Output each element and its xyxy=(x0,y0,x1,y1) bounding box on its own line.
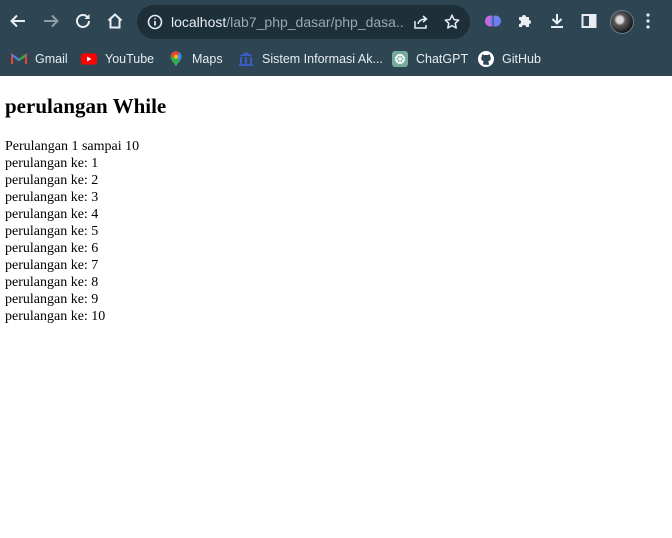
forward-button[interactable] xyxy=(38,8,64,34)
reload-icon xyxy=(76,14,90,28)
downloads-button[interactable] xyxy=(544,8,570,34)
loop-line: perulangan ke: 1 xyxy=(5,156,99,171)
bookmark-youtube[interactable]: YouTube xyxy=(81,48,154,70)
share-icon[interactable] xyxy=(412,13,430,31)
reload-button[interactable] xyxy=(70,8,96,34)
loop-line: perulangan ke: 4 xyxy=(5,207,99,222)
side-panel-button[interactable] xyxy=(576,8,602,34)
bookmark-sistem-informasi[interactable]: Sistem Informasi Ak... xyxy=(238,48,383,70)
url-host: localhost xyxy=(171,14,227,30)
bookmark-chatgpt[interactable]: ChatGPT xyxy=(392,48,468,70)
loop-line: perulangan ke: 6 xyxy=(5,241,99,256)
url-path: /lab7_php_dasar/php_dasa... xyxy=(226,14,403,30)
bookmark-github[interactable]: GitHub xyxy=(478,48,541,70)
chatgpt-icon xyxy=(392,51,408,67)
page-body: perulangan While Perulangan 1 sampai 10 … xyxy=(0,93,672,325)
loop-line: perulangan ke: 3 xyxy=(5,190,99,205)
puzzle-icon xyxy=(519,15,531,27)
brain-extension-icon xyxy=(485,15,501,27)
more-menu-icon[interactable] xyxy=(645,12,651,30)
side-panel-icon xyxy=(581,14,597,28)
bookmarks-bar: Gmail YouTube Maps Sistem Informasi Ak..… xyxy=(0,42,672,76)
back-button[interactable] xyxy=(5,8,31,34)
loop-line: perulangan ke: 7 xyxy=(5,258,99,273)
bookmark-label: Gmail xyxy=(35,52,68,66)
site-info-icon[interactable] xyxy=(146,13,164,31)
maps-icon xyxy=(168,51,184,67)
bookmark-label: GitHub xyxy=(502,52,541,66)
home-icon xyxy=(107,13,123,29)
bookmark-maps[interactable]: Maps xyxy=(168,48,223,70)
university-icon xyxy=(238,51,254,67)
profile-avatar[interactable] xyxy=(610,10,634,34)
github-icon xyxy=(478,51,494,67)
extension-brain-button[interactable] xyxy=(480,8,506,34)
bookmark-gmail[interactable]: Gmail xyxy=(11,48,68,70)
bookmark-star-icon[interactable] xyxy=(443,13,461,31)
loop-line: perulangan ke: 8 xyxy=(5,275,99,290)
browser-toolbar: localhost/lab7_php_dasar/php_dasa... xyxy=(0,0,672,42)
arrow-left-icon xyxy=(10,14,25,28)
extensions-button[interactable] xyxy=(512,8,538,34)
bookmark-label: ChatGPT xyxy=(416,52,469,66)
gmail-icon xyxy=(11,51,27,67)
home-button[interactable] xyxy=(102,8,128,34)
address-bar[interactable]: localhost/lab7_php_dasar/php_dasa... xyxy=(137,5,470,39)
bookmark-label: YouTube xyxy=(105,52,155,66)
bookmark-label: Maps xyxy=(192,52,223,66)
loop-output: Perulangan 1 sampai 10 perulangan ke: 1 … xyxy=(5,138,667,325)
loop-line: perulangan ke: 5 xyxy=(5,224,99,239)
loop-line: perulangan ke: 2 xyxy=(5,173,99,188)
download-icon xyxy=(551,14,563,28)
arrow-right-icon xyxy=(44,14,59,28)
url-text[interactable]: localhost/lab7_php_dasar/php_dasa... xyxy=(171,13,403,31)
loop-line: perulangan ke: 10 xyxy=(5,309,106,324)
bookmark-label: Sistem Informasi Ak... xyxy=(262,52,383,66)
loop-line: perulangan ke: 9 xyxy=(5,292,99,307)
loop-intro: Perulangan 1 sampai 10 xyxy=(5,139,140,154)
page-heading: perulangan While xyxy=(5,94,167,118)
youtube-icon xyxy=(81,51,97,67)
browser-chrome: localhost/lab7_php_dasar/php_dasa... Gma… xyxy=(0,0,672,76)
